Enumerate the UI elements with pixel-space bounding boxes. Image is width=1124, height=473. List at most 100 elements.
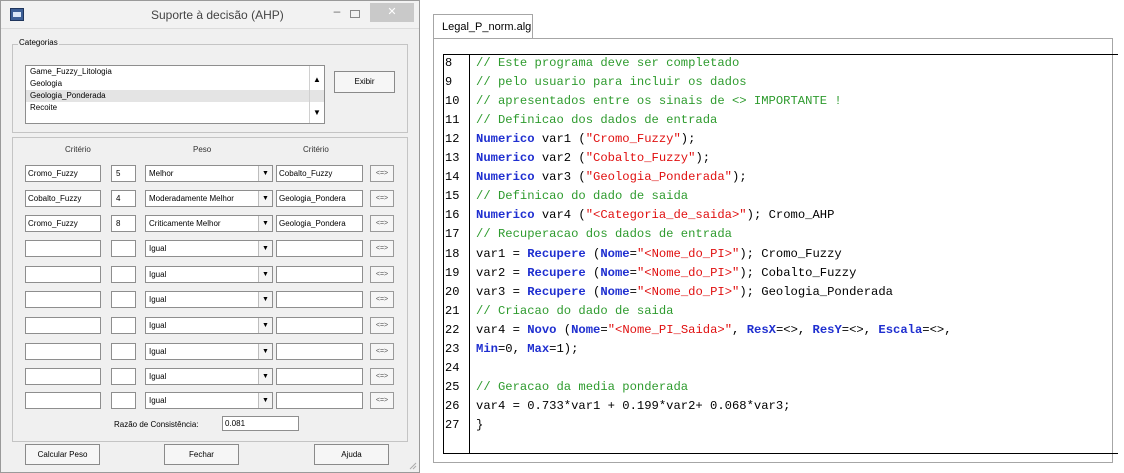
list-item-selected[interactable]: Geologia_Ponderada (26, 90, 324, 102)
intensity-field[interactable] (111, 343, 136, 360)
exibir-button[interactable]: Exibir (334, 71, 395, 93)
chevron-down-icon[interactable]: ▼ (258, 318, 272, 333)
swap-button[interactable]: <=> (370, 317, 394, 334)
criterio-right-field[interactable] (276, 317, 363, 334)
scroll-down-icon[interactable]: ▼ (312, 108, 322, 117)
criterio-right-field[interactable] (276, 291, 363, 308)
criterio-left-field[interactable]: Cobalto_Fuzzy (25, 190, 101, 207)
swap-button[interactable]: <=> (370, 368, 394, 385)
code-line[interactable]: var4 = Novo (Nome="<Nome_PI_Saida>", Res… (476, 323, 952, 337)
criterio-right-field[interactable] (276, 368, 363, 385)
criterio-right-field[interactable] (276, 392, 363, 409)
chevron-down-icon[interactable]: ▼ (258, 216, 272, 231)
criterio-left-field[interactable]: Cromo_Fuzzy (25, 165, 101, 182)
chevron-down-icon[interactable]: ▼ (258, 191, 272, 206)
intensity-field[interactable] (111, 368, 136, 385)
code-line[interactable]: // Definicao do dado de saida (476, 189, 688, 203)
intensity-field[interactable] (111, 240, 136, 257)
code-line[interactable]: var2 = Recupere (Nome="<Nome_do_PI>"); C… (476, 266, 856, 280)
criterio-right-field[interactable] (276, 343, 363, 360)
code-line[interactable]: var4 = 0.733*var1 + 0.199*var2+ 0.068*va… (476, 399, 791, 413)
criterio-left-field[interactable]: Cromo_Fuzzy (25, 215, 101, 232)
chevron-down-icon[interactable]: ▼ (258, 241, 272, 256)
resize-grip-icon[interactable] (408, 461, 417, 470)
peso-select[interactable]: Igual ▼ (145, 368, 273, 385)
peso-select[interactable]: Igual ▼ (145, 240, 273, 257)
peso-select[interactable]: Melhor ▼ (145, 165, 273, 182)
code-line[interactable]: // Criacao do dado de saida (476, 304, 673, 318)
calcular-peso-button[interactable]: Calcular Peso (25, 444, 100, 465)
code-line[interactable]: Numerico var4 ("<Categoria_de_saida>"); … (476, 208, 834, 222)
chevron-down-icon[interactable]: ▼ (258, 166, 272, 181)
line-number: 23 (445, 341, 460, 356)
code-editor[interactable]: 8 // Este programa deve ser completado 9 //… (433, 38, 1118, 463)
intensity-field[interactable]: 5 (111, 165, 136, 182)
code-line[interactable]: // Este programa deve ser completado (476, 56, 739, 70)
criterio-right-field[interactable] (276, 266, 363, 283)
intensity-field[interactable] (111, 266, 136, 283)
peso-select[interactable]: Igual ▼ (145, 291, 273, 308)
swap-button[interactable]: <=> (370, 266, 394, 283)
intensity-field[interactable] (111, 317, 136, 334)
criterio-left-field[interactable] (25, 291, 101, 308)
code-line[interactable]: } (476, 418, 483, 432)
intensity-field[interactable] (111, 392, 136, 409)
intensity-field[interactable]: 8 (111, 215, 136, 232)
code-line[interactable]: Numerico var3 ("Geologia_Ponderada"); (476, 170, 747, 184)
swap-button[interactable]: <=> (370, 190, 394, 207)
ajuda-button[interactable]: Ajuda (314, 444, 389, 465)
title-bar[interactable]: Suporte à decisão (AHP) – ✕ (1, 1, 419, 29)
criterio-left-field[interactable] (25, 266, 101, 283)
close-button[interactable]: ✕ (370, 3, 414, 22)
criterio-left-field[interactable] (25, 317, 101, 334)
criterio-left-field[interactable] (25, 368, 101, 385)
categories-list[interactable]: Game_Fuzzy_Litologia Geologia Geologia_P… (25, 65, 325, 124)
chevron-down-icon[interactable]: ▼ (258, 344, 272, 359)
code-line[interactable]: var1 = Recupere (Nome="<Nome_do_PI>"); C… (476, 247, 842, 261)
code-line[interactable]: // Definicao dos dados de entrada (476, 113, 717, 127)
fechar-button[interactable]: Fechar (164, 444, 239, 465)
swap-button[interactable]: <=> (370, 343, 394, 360)
code-line[interactable]: Min=0, Max=1); (476, 342, 578, 356)
peso-select[interactable]: Igual ▼ (145, 317, 273, 334)
code-line[interactable]: // Geracao da media ponderada (476, 380, 688, 394)
criterio-left-field[interactable] (25, 392, 101, 409)
consistency-field[interactable]: 0.081 (222, 416, 299, 431)
chevron-down-icon[interactable]: ▼ (258, 393, 272, 408)
swap-button[interactable]: <=> (370, 165, 394, 182)
swap-button[interactable]: <=> (370, 215, 394, 232)
swap-button[interactable]: <=> (370, 291, 394, 308)
peso-select[interactable]: Criticamente Melhor ▼ (145, 215, 273, 232)
chevron-down-icon[interactable]: ▼ (258, 267, 272, 282)
chevron-down-icon[interactable]: ▼ (258, 369, 272, 384)
peso-select[interactable]: Igual ▼ (145, 343, 273, 360)
swap-button[interactable]: <=> (370, 392, 394, 409)
code-line[interactable]: Numerico var2 ("Cobalto_Fuzzy"); (476, 151, 710, 165)
peso-select[interactable]: Igual ▼ (145, 392, 273, 409)
criterio-right-field[interactable]: Geologia_Pondera (276, 215, 363, 232)
intensity-field[interactable] (111, 291, 136, 308)
code-line[interactable]: // Recuperacao dos dados de entrada (476, 227, 732, 241)
list-item[interactable]: Geologia (26, 78, 324, 90)
code-line[interactable]: // apresentados entre os sinais de <> IM… (476, 94, 842, 108)
criterio-right-field[interactable]: Cobalto_Fuzzy (276, 165, 363, 182)
minimize-button[interactable]: – (329, 5, 345, 21)
swap-button[interactable]: <=> (370, 240, 394, 257)
peso-select[interactable]: Moderadamente Melhor ▼ (145, 190, 273, 207)
scroll-up-icon[interactable]: ▲ (312, 75, 322, 84)
list-item[interactable]: Game_Fuzzy_Litologia (26, 66, 324, 78)
list-scrollbar[interactable]: ▲ ▼ (309, 66, 324, 123)
criterio-left-field[interactable] (25, 240, 101, 257)
peso-select[interactable]: Igual ▼ (145, 266, 273, 283)
criterio-left-field[interactable] (25, 343, 101, 360)
code-line[interactable]: var3 = Recupere (Nome="<Nome_do_PI>"); G… (476, 285, 893, 299)
tab-legal-p-norm[interactable]: Legal_P_norm.alg (433, 14, 533, 39)
criterio-right-field[interactable] (276, 240, 363, 257)
maximize-button[interactable] (350, 10, 360, 18)
criterio-right-field[interactable]: Geologia_Pondera (276, 190, 363, 207)
code-line[interactable]: Numerico var1 ("Cromo_Fuzzy"); (476, 132, 695, 146)
list-item[interactable]: Recoite (26, 102, 324, 114)
code-line[interactable]: // pelo usuario para incluir os dados (476, 75, 747, 89)
intensity-field[interactable]: 4 (111, 190, 136, 207)
chevron-down-icon[interactable]: ▼ (258, 292, 272, 307)
